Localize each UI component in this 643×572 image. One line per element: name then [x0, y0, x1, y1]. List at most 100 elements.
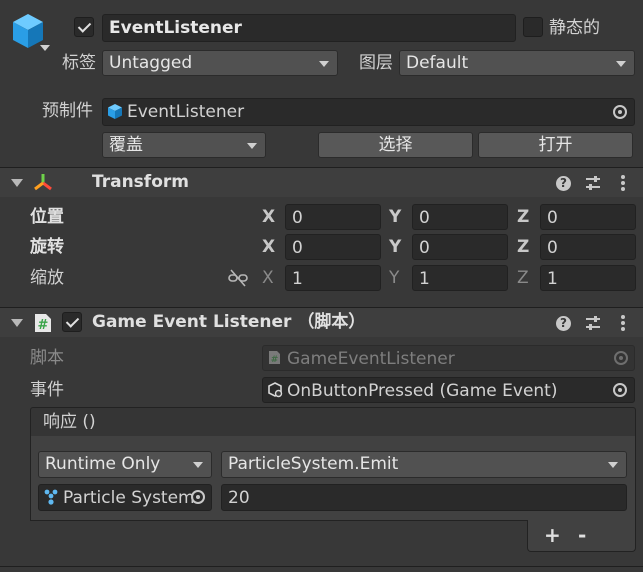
tag-dropdown[interactable]: Untagged	[102, 50, 338, 76]
scale-label: 缩放	[30, 268, 64, 288]
layer-value: Default	[406, 53, 469, 73]
prefab-value: EventListener	[127, 102, 245, 122]
svg-text:#: #	[271, 355, 279, 365]
hash-script-icon: #	[268, 350, 281, 365]
axis-x-label[interactable]: X	[262, 234, 275, 260]
tag-label: 标签	[62, 53, 96, 73]
add-button[interactable]: +	[544, 522, 561, 548]
active-checkbox[interactable]	[74, 17, 94, 37]
object-picker-icon[interactable]	[191, 490, 205, 504]
foldout-arrow-icon[interactable]	[11, 319, 23, 327]
overrides-dropdown[interactable]: 覆盖	[102, 132, 266, 158]
scale-y-field[interactable]: 1	[412, 265, 508, 291]
position-label: 位置	[30, 207, 64, 227]
position-x-field[interactable]: 0	[285, 204, 381, 230]
chevron-down-icon	[247, 143, 257, 149]
prefab-cube-icon	[107, 103, 123, 120]
transform-title: Transform	[92, 172, 189, 192]
position-y-field[interactable]: 0	[412, 204, 508, 230]
tag-value: Untagged	[109, 53, 193, 73]
axis-x-label[interactable]: X	[262, 204, 275, 230]
scale-x-field[interactable]: 1	[285, 265, 381, 291]
object-name-field[interactable]: EventListener	[102, 14, 516, 42]
hash-script-icon: #	[34, 313, 52, 333]
position-x-value: 0	[292, 208, 303, 228]
axis-z-label[interactable]: Z	[517, 204, 529, 230]
rotation-y-field[interactable]: 0	[412, 234, 508, 260]
inspector-bottom-divider	[0, 566, 643, 567]
kebab-menu-icon[interactable]	[620, 314, 626, 332]
target-object-field[interactable]: Particle System	[38, 484, 212, 511]
object-picker-icon[interactable]	[613, 383, 627, 397]
scale-z-field[interactable]: 1	[540, 265, 636, 291]
event-value: OnButtonPressed (Game Event)	[287, 381, 558, 401]
chevron-down-icon	[193, 462, 203, 468]
chevron-down-icon	[319, 61, 329, 67]
script-label: 脚本	[30, 348, 64, 368]
layer-label: 图层	[359, 53, 393, 73]
help-icon[interactable]: ?	[556, 316, 571, 331]
particle-system-icon	[43, 489, 59, 505]
chevron-down-icon	[608, 462, 618, 468]
function-value: ParticleSystem.Emit	[228, 454, 399, 474]
static-label: 静态的	[549, 18, 600, 38]
script-field: GameEventListener	[262, 345, 635, 371]
component-enabled-checkbox[interactable]	[62, 312, 82, 332]
presets-sliders-icon[interactable]	[584, 174, 602, 192]
rotation-x-field[interactable]: 0	[285, 234, 381, 260]
position-y-value: 0	[419, 208, 430, 228]
argument-field[interactable]: 20	[221, 484, 627, 511]
overrides-label: 覆盖	[109, 135, 143, 155]
rotation-y-value: 0	[419, 238, 430, 258]
scale-y-value: 1	[419, 269, 430, 289]
help-icon[interactable]: ?	[556, 176, 571, 191]
scriptable-object-icon	[267, 382, 283, 398]
chevron-down-icon[interactable]	[40, 45, 50, 51]
runtime-dropdown[interactable]: Runtime Only	[38, 451, 212, 478]
axis-x-label[interactable]: X	[262, 265, 274, 291]
axis-y-label[interactable]: Y	[389, 234, 401, 260]
rotation-z-value: 0	[547, 238, 558, 258]
rotation-x-value: 0	[292, 238, 303, 258]
argument-value: 20	[228, 488, 250, 508]
axis-z-label[interactable]: Z	[517, 265, 529, 291]
script-value: GameEventListener	[287, 349, 455, 369]
position-z-field[interactable]: 0	[540, 204, 636, 230]
open-button[interactable]: 打开	[478, 132, 633, 158]
rotation-label: 旋转	[30, 237, 64, 257]
object-picker-icon[interactable]	[613, 105, 627, 119]
object-name: EventListener	[109, 18, 242, 38]
target-value: Particle System	[63, 488, 195, 508]
select-button[interactable]: 选择	[318, 132, 473, 158]
response-header: 响应 ()	[30, 407, 636, 437]
kebab-menu-icon[interactable]	[620, 174, 626, 192]
response-header-label: 响应 ()	[43, 412, 96, 432]
runtime-value: Runtime Only	[45, 454, 161, 474]
link-broken-icon[interactable]	[228, 269, 248, 287]
scale-z-value: 1	[547, 269, 558, 289]
function-dropdown[interactable]: ParticleSystem.Emit	[221, 451, 627, 478]
axis-z-label[interactable]: Z	[517, 234, 529, 260]
axis-y-label[interactable]: Y	[389, 204, 401, 230]
list-footer: + -	[527, 520, 636, 552]
prefab-field[interactable]: EventListener	[102, 98, 635, 126]
prefab-label: 预制件	[42, 101, 93, 121]
transform-axes-icon	[32, 172, 54, 194]
scale-x-value: 1	[292, 269, 303, 289]
foldout-arrow-icon[interactable]	[11, 179, 23, 187]
layer-dropdown[interactable]: Default	[399, 50, 635, 76]
chevron-down-icon	[616, 61, 626, 67]
presets-sliders-icon[interactable]	[584, 314, 602, 332]
svg-text:#: #	[38, 318, 49, 333]
object-picker-icon	[614, 351, 628, 365]
rotation-z-field[interactable]: 0	[540, 234, 636, 260]
event-label: 事件	[30, 380, 64, 400]
position-z-value: 0	[547, 208, 558, 228]
transform-header[interactable]: Transform ?	[0, 167, 643, 197]
event-field[interactable]: OnButtonPressed (Game Event)	[262, 377, 635, 403]
axis-y-label[interactable]: Y	[389, 265, 399, 291]
component-title: Game Event Listener （脚本）	[92, 312, 366, 332]
component-header[interactable]: # Game Event Listener （脚本） ?	[0, 307, 643, 337]
remove-button[interactable]: -	[578, 522, 592, 548]
static-checkbox[interactable]	[523, 17, 543, 37]
